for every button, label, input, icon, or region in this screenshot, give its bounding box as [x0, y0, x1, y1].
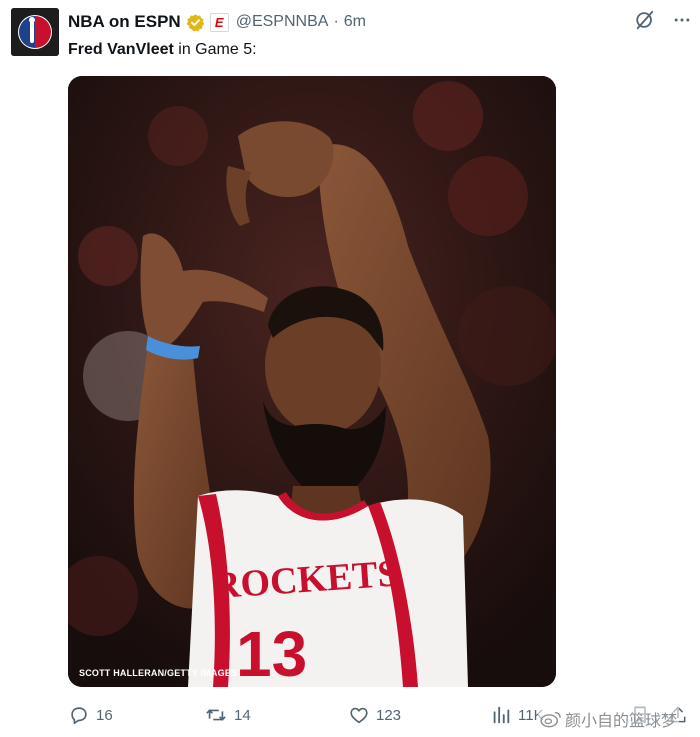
reply-button[interactable]: 16: [68, 703, 113, 727]
nba-espn-logo-icon: [11, 8, 59, 56]
like-icon: [350, 707, 368, 724]
player-photo: ROCKETS 13: [68, 76, 556, 687]
post-header: NBA on ESPN E @ESPNNBA · 6m: [68, 11, 366, 33]
post-text-rest: in Game 5:: [173, 41, 257, 58]
post-text: Fred VanVleet in Game 5:: [68, 39, 257, 61]
espn-affiliate-badge[interactable]: E: [209, 12, 229, 32]
post-image[interactable]: ROCKETS 13 SCOTT HALLERAN/GETTY IMAGES: [68, 76, 556, 687]
repost-icon: [206, 709, 226, 721]
views-button[interactable]: 11K: [490, 703, 544, 727]
avatar[interactable]: [11, 8, 59, 56]
grok-icon[interactable]: [634, 9, 656, 31]
author-handle[interactable]: @ESPNNBA: [236, 13, 329, 31]
reply-count: 16: [96, 706, 113, 724]
repost-button[interactable]: 14: [204, 703, 251, 727]
like-count: 123: [376, 706, 402, 724]
verified-badge-icon: [186, 13, 205, 32]
repost-count: 14: [234, 706, 251, 724]
separator-dot: ·: [333, 13, 339, 30]
photo-credit: SCOTT HALLERAN/GETTY IMAGES: [79, 668, 238, 678]
jersey-number-text: 13: [236, 618, 307, 687]
like-button[interactable]: 123: [348, 703, 401, 727]
espn-affiliate-letter: E: [214, 14, 224, 30]
more-options-icon[interactable]: [670, 8, 694, 32]
views-icon: [493, 706, 510, 724]
post-time[interactable]: 6m: [344, 13, 366, 31]
weibo-logo-icon: [540, 711, 561, 728]
watermark-text: 颜小自的篮球梦: [565, 713, 678, 730]
author-name[interactable]: NBA on ESPN: [68, 12, 181, 32]
weibo-watermark: 颜小自的篮球梦: [538, 707, 680, 731]
reply-icon: [71, 707, 87, 725]
mentioned-player: Fred VanVleet: [68, 41, 174, 58]
